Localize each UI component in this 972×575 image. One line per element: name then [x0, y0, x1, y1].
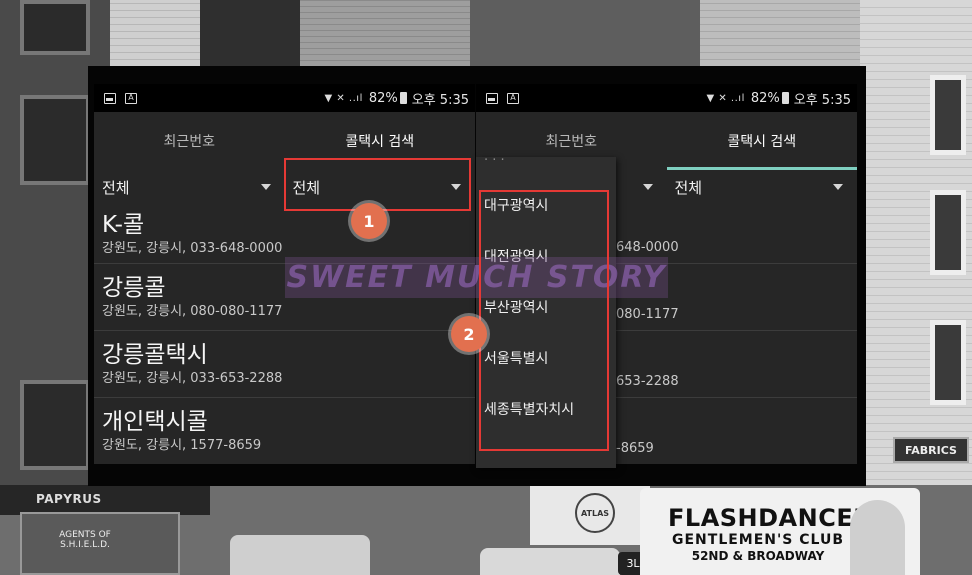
list-item[interactable]: K-콜 강원도, 강릉시, 033-648-0000: [94, 204, 475, 264]
status-bar: A ▼ ✕ ..ıl 82% 오후 5:35: [94, 84, 475, 112]
building-window: [20, 380, 90, 470]
battery-percent: 82%: [750, 90, 780, 106]
translate-icon: A: [125, 92, 137, 104]
car: [480, 548, 620, 575]
taxi-detail: 강원도, 강릉시, 1577-8659: [102, 438, 262, 453]
taxi-detail: 강원도, 강릉시, 033-648-0000: [102, 240, 283, 256]
watermark: SWEET MUCH STORY: [285, 257, 668, 298]
wifi-signal-icon: ▼ ✕ ..ıl: [324, 92, 363, 104]
dropdown-arrow-icon: [833, 184, 843, 190]
taxi-name: 개인택시콜: [102, 409, 208, 435]
list-item[interactable]: 개인택시콜 강원도, 강릉시, 1577-8659: [94, 398, 475, 464]
truck-line-2: GENTLEMEN'S CLUB: [672, 532, 844, 548]
car: [230, 535, 370, 575]
taxi-detail: 653-2288: [616, 374, 679, 389]
building-window: [930, 320, 966, 405]
building-window: [930, 75, 966, 155]
city-spinner-value: 전체: [674, 178, 703, 197]
building-middle: [470, 0, 730, 66]
battery-percent: 82%: [368, 90, 398, 106]
list-item[interactable]: 강릉콜택시 강원도, 강릉시, 033-653-2288: [94, 331, 475, 398]
status-bar: A ▼ ✕ ..ıl 82% 오후 5:35: [476, 84, 857, 112]
building-center-brick: [300, 0, 470, 66]
taxi-detail: 648-0000: [616, 240, 679, 255]
truck-billboard-text: FLASHDANCERS GENTLEMEN'S CLUB 52ND & BRO…: [668, 504, 890, 563]
taxi-detail: -8659: [616, 441, 654, 456]
shop-sign: FABRICS: [893, 437, 969, 463]
truck-line-3: 52ND & BROADWAY: [691, 549, 825, 563]
status-time: 오후 5:35: [793, 92, 851, 108]
annotation-badge-2: 2: [451, 316, 487, 352]
annotation-badge-1: 1: [351, 203, 387, 239]
city-spinner[interactable]: 전체: [667, 170, 858, 204]
tab-recent-numbers[interactable]: 최근번호: [94, 112, 285, 170]
dropdown-arrow-icon: [642, 184, 653, 190]
taxi-detail: 강원도, 강릉시, 080-080-1177: [102, 304, 283, 319]
taxi-detail: 강원도, 강릉시, 033-653-2288: [102, 371, 283, 386]
annotation-box-city-spinner: [284, 158, 471, 211]
taxi-detail: 080-1177: [616, 307, 679, 322]
store-awning: [0, 485, 210, 515]
building-window: [930, 190, 966, 275]
gallery-icon: [486, 92, 498, 104]
tab-taxi-search-label: 콜택시 검색: [345, 134, 415, 150]
tab-taxi-search-label: 콜택시 검색: [727, 134, 797, 150]
poster-text: AGENTS OF S.H.I.E.L.D.: [59, 530, 111, 550]
store-sign: PAPYRUS: [36, 492, 102, 506]
gallery-icon: [104, 92, 116, 104]
taxi-name: 강릉콜택시: [102, 342, 208, 368]
annotation-box-dropdown: [479, 190, 609, 451]
status-time: 오후 5:35: [411, 92, 469, 108]
building-window: [20, 0, 90, 55]
van-logo: ATLAS: [575, 493, 615, 533]
dropdown-partial-item: · · ·: [484, 157, 505, 168]
province-spinner-value: 전체: [102, 178, 130, 197]
building-window: [20, 95, 90, 185]
battery-icon: [781, 92, 789, 104]
translate-icon: A: [507, 92, 519, 104]
taxi-name: K-콜: [102, 211, 145, 238]
taxi-list: K-콜 강원도, 강릉시, 033-648-0000 강릉콜 강원도, 강릉시,…: [94, 204, 475, 464]
dropdown-arrow-icon: [260, 184, 271, 190]
truck-line-1: FLASHDANCERS: [668, 504, 890, 532]
wifi-signal-icon: ▼ ✕ ..ıl: [706, 92, 745, 104]
province-spinner[interactable]: 전체: [94, 170, 285, 204]
battery-icon: [399, 92, 407, 104]
tab-taxi-search[interactable]: 콜택시 검색: [666, 112, 857, 170]
billboard-face: [850, 500, 905, 575]
brick-wall: [110, 0, 200, 66]
